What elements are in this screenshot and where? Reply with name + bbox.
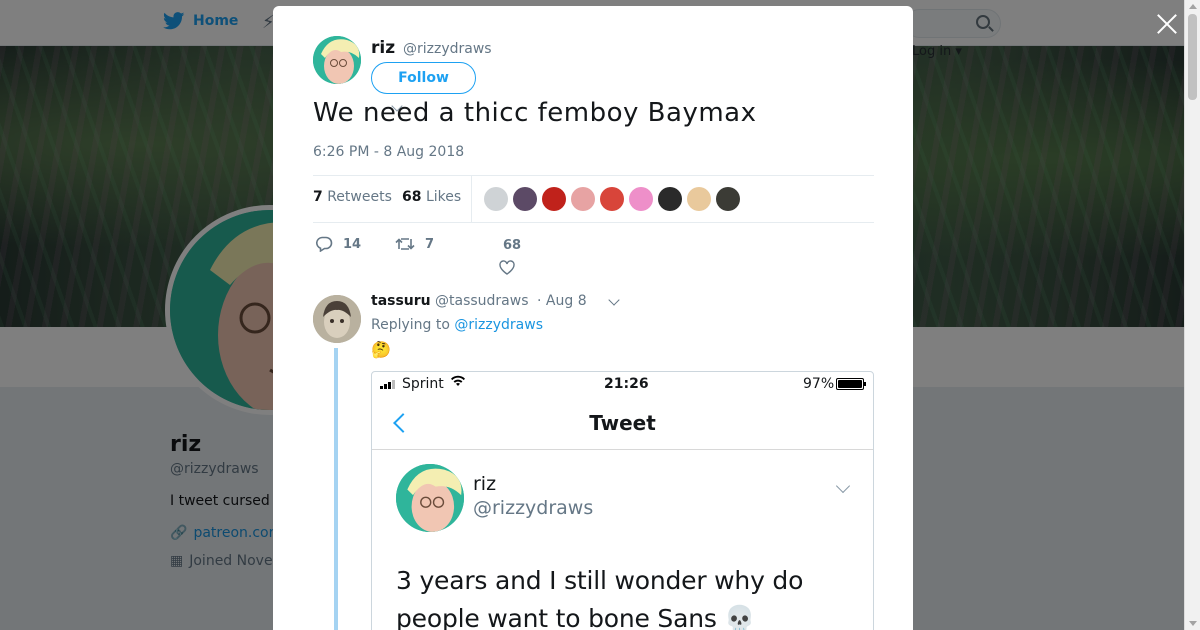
- liker-avatars: [484, 187, 740, 211]
- scroll-down-icon[interactable]: [1189, 621, 1197, 626]
- liker-avatar[interactable]: [571, 187, 595, 211]
- login-dropdown[interactable]: Log in ▾: [912, 44, 962, 59]
- liker-avatar[interactable]: [600, 187, 624, 211]
- close-icon[interactable]: [1155, 12, 1179, 36]
- author-avatar[interactable]: [313, 36, 361, 84]
- inner-avatar: [396, 464, 464, 532]
- tweet-actions: 14 7 68: [313, 236, 613, 286]
- retweet-count: 7: [425, 236, 435, 252]
- retweets-count: 7: [313, 189, 323, 205]
- chevron-down-icon: [835, 478, 851, 494]
- reply-author-name[interactable]: tassuru: [371, 293, 431, 309]
- retweet-icon: [395, 238, 415, 250]
- ios-nav-bar: Tweet: [372, 398, 873, 450]
- ios-status-bar: Sprint 21:26 97%: [372, 372, 873, 396]
- tweet-text: We need a thicc femboy Baymax: [313, 98, 757, 128]
- reply-count: 14: [343, 236, 362, 252]
- replying-to: Replying to @rizzydraws: [371, 317, 543, 333]
- reply-author-handle[interactable]: @tassudraws: [435, 293, 529, 309]
- wifi-icon: [450, 375, 466, 391]
- retweet-button[interactable]: 7: [395, 236, 434, 252]
- liker-avatar[interactable]: [484, 187, 508, 211]
- reply-text: 🤔: [371, 340, 391, 359]
- liker-avatar[interactable]: [687, 187, 711, 211]
- reply-button[interactable]: 14: [315, 236, 361, 252]
- likes-count: 68: [402, 189, 422, 205]
- chevron-down-icon[interactable]: [608, 294, 620, 306]
- like-count: 68: [503, 238, 522, 253]
- ios-title: Tweet: [589, 411, 656, 435]
- retweets-label: Retweets: [327, 189, 392, 205]
- tweet-modal: riz @rizzydraws Follow We need a thicc f…: [273, 6, 913, 630]
- battery-percent: 97%: [803, 376, 835, 392]
- heart-icon: [499, 260, 515, 275]
- author-name[interactable]: riz: [371, 38, 395, 58]
- attached-screenshot[interactable]: Sprint 21:26 97% Tweet riz @rizzydraws 3…: [371, 371, 874, 630]
- liker-avatar[interactable]: [513, 187, 537, 211]
- liker-avatar[interactable]: [658, 187, 682, 211]
- reply-time[interactable]: · Aug 8: [537, 293, 587, 309]
- liker-avatar[interactable]: [716, 187, 740, 211]
- likes-label: Likes: [425, 189, 462, 205]
- inner-avatar-illustration: [396, 464, 464, 532]
- scroll-up-icon[interactable]: [1189, 4, 1197, 9]
- carrier-label: Sprint: [402, 376, 444, 392]
- replying-prefix: Replying to: [371, 317, 450, 333]
- author-handle[interactable]: @rizzydraws: [403, 41, 492, 57]
- inner-tweet-text: 3 years and I still wonder why do people…: [396, 566, 804, 630]
- scrollbar-thumb[interactable]: [1188, 14, 1197, 100]
- signal-icon: [380, 380, 395, 389]
- reply-author-avatar[interactable]: [313, 295, 361, 343]
- retweets-stat[interactable]: 7 Retweets: [313, 189, 392, 205]
- clock-label: 21:26: [604, 376, 649, 392]
- tweet-timestamp[interactable]: 6:26 PM - 8 Aug 2018: [313, 144, 464, 160]
- stats-divider: [471, 176, 472, 223]
- reply-avatar-illustration: [313, 295, 361, 343]
- scrollbar[interactable]: [1184, 0, 1200, 630]
- battery-icon: [836, 378, 866, 390]
- author-avatar-illustration: [313, 36, 361, 84]
- thread-line: [334, 348, 338, 630]
- tweet-stats: 7 Retweets 68 Likes: [313, 175, 874, 223]
- follow-button[interactable]: Follow: [371, 62, 476, 94]
- inner-name: riz: [473, 473, 497, 495]
- replying-to-link[interactable]: @rizzydraws: [454, 317, 543, 333]
- likes-stat[interactable]: 68 Likes: [402, 189, 461, 205]
- like-button[interactable]: [499, 260, 515, 280]
- inner-handle: @rizzydraws: [473, 497, 594, 519]
- reply-icon: [316, 236, 333, 252]
- liker-avatar[interactable]: [629, 187, 653, 211]
- liker-avatar[interactable]: [542, 187, 566, 211]
